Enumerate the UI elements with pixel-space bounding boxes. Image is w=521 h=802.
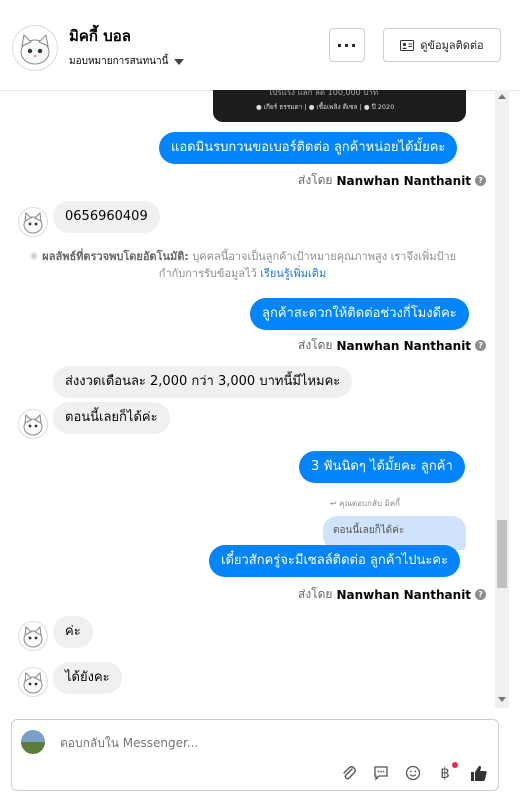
contact-info-label: ดูข้อมูลติดต่อ [420, 39, 484, 52]
assign-label: มอบหมายการสนทนานี้ [69, 56, 169, 67]
baht-icon[interactable]: ฿ [436, 764, 454, 782]
sender-name: Nanwhan Nanthanit [336, 338, 472, 353]
auto-detect-notice: ⚛ ผลลัพธ์ที่ตรวจพบโดยอัตโนมัติ: บุคคลนี้… [20, 248, 465, 282]
contact-avatar[interactable] [12, 25, 58, 71]
scroll-down-icon[interactable] [498, 697, 506, 702]
contact-card-icon [400, 39, 415, 51]
scroll-up-icon[interactable] [498, 94, 506, 99]
atom-icon: ⚛ [28, 250, 39, 263]
incoming-message[interactable]: ค่ะ [53, 616, 93, 648]
reply-note-text: คุณตอบกลับ มิคกี้ [339, 499, 400, 508]
help-icon[interactable]: ? [475, 175, 487, 186]
outgoing-message[interactable]: 3 ฟันนิดๆ ได้มั้ยคะ ลูกค้า [299, 451, 465, 483]
assign-conversation-dropdown[interactable]: มอบหมายการสนทนานี้ [69, 54, 185, 69]
caret-down-icon [174, 58, 185, 65]
cat-avatar-icon [23, 211, 43, 234]
sent-by-label: ส่งโดย Nanwhan Nanthanit ? [298, 585, 487, 604]
ad-card-headline: โปรแรง แลก ลด 100,000 บาท [268, 90, 379, 97]
incoming-message[interactable]: ได้ยังคะ [53, 662, 122, 694]
contact-name[interactable]: มิคกี้ บอล [69, 24, 131, 48]
cat-avatar-icon [23, 413, 43, 436]
sent-by-label: ส่งโดย Nanwhan Nanthanit ? [298, 171, 487, 190]
auto-detect-label: ผลลัพธ์ที่ตรวจพบโดยอัตโนมัติ: [42, 250, 189, 263]
scrollbar-thumb[interactable] [497, 520, 507, 588]
message-composer [11, 719, 499, 791]
cat-avatar-icon [23, 671, 43, 694]
incoming-message[interactable]: ตอนนี้เลยก็ได้ค่ะ [53, 402, 170, 434]
sent-by-prefix: ส่งโดย [298, 587, 333, 601]
contact-avatar-small [18, 621, 48, 651]
outgoing-message[interactable]: เดี๋ยวสักครู่จะมีเซลล์ติดต่อ ลูกค้าไปนะค… [209, 545, 461, 577]
outgoing-message[interactable]: แอดมินรบกวนขอเบอร์ติดต่อ ลูกค้าหน่อยได้ม… [159, 132, 458, 164]
notification-dot [452, 762, 458, 768]
view-contact-info-button[interactable]: ดูข้อมูลติดต่อ [383, 28, 501, 62]
cat-avatar-icon [23, 625, 43, 648]
contact-avatar-small [18, 207, 48, 237]
paperclip-icon[interactable] [340, 764, 358, 782]
outgoing-message[interactable]: ลูกค้าสะดวกให้ติดต่อช่วงกี่โมงดีคะ [250, 298, 469, 330]
page-avatar [21, 730, 45, 754]
learn-more-link[interactable]: เรียนรู้เพิ่มเติม [260, 267, 326, 280]
sender-name: Nanwhan Nanthanit [336, 173, 472, 188]
smiley-icon[interactable] [404, 764, 422, 782]
sent-by-label: ส่งโดย Nanwhan Nanthanit ? [298, 336, 487, 355]
chat-bubble-icon[interactable] [372, 764, 390, 782]
incoming-message[interactable]: 0656960409 [53, 201, 160, 233]
thumbs-up-icon[interactable] [470, 764, 488, 782]
conversation-header: มิคกี้ บอล มอบหมายการสนทนานี้ ··· ดูข้อม… [0, 0, 519, 91]
contact-avatar-small [18, 667, 48, 697]
cat-avatar-icon [20, 33, 50, 65]
sender-name: Nanwhan Nanthanit [336, 587, 472, 602]
message-scrollbar[interactable] [495, 90, 509, 708]
sent-by-prefix: ส่งโดย [298, 173, 333, 187]
sent-by-prefix: ส่งโดย [298, 338, 333, 352]
contact-avatar-small [18, 409, 48, 439]
more-options-button[interactable]: ··· [329, 28, 365, 62]
help-icon[interactable]: ? [475, 589, 487, 600]
ad-card-specs: ● เกียร์ ธรรมดา | ● เชื้อเพลิง ดีเซล | ●… [256, 103, 395, 111]
reply-input[interactable] [58, 735, 422, 751]
shared-ad-card[interactable]: โปรแรง แลก ลด 100,000 บาท ● เกียร์ ธรรมด… [213, 90, 466, 122]
reply-arrow-icon: ↩ [330, 499, 337, 508]
incoming-message[interactable]: ส่งงวดเดือนละ 2,000 กว่า 3,000 บาทนี้มีไ… [53, 366, 353, 398]
reply-note: ↩ คุณตอบกลับ มิคกี้ [330, 497, 400, 510]
help-icon[interactable]: ? [475, 340, 487, 351]
